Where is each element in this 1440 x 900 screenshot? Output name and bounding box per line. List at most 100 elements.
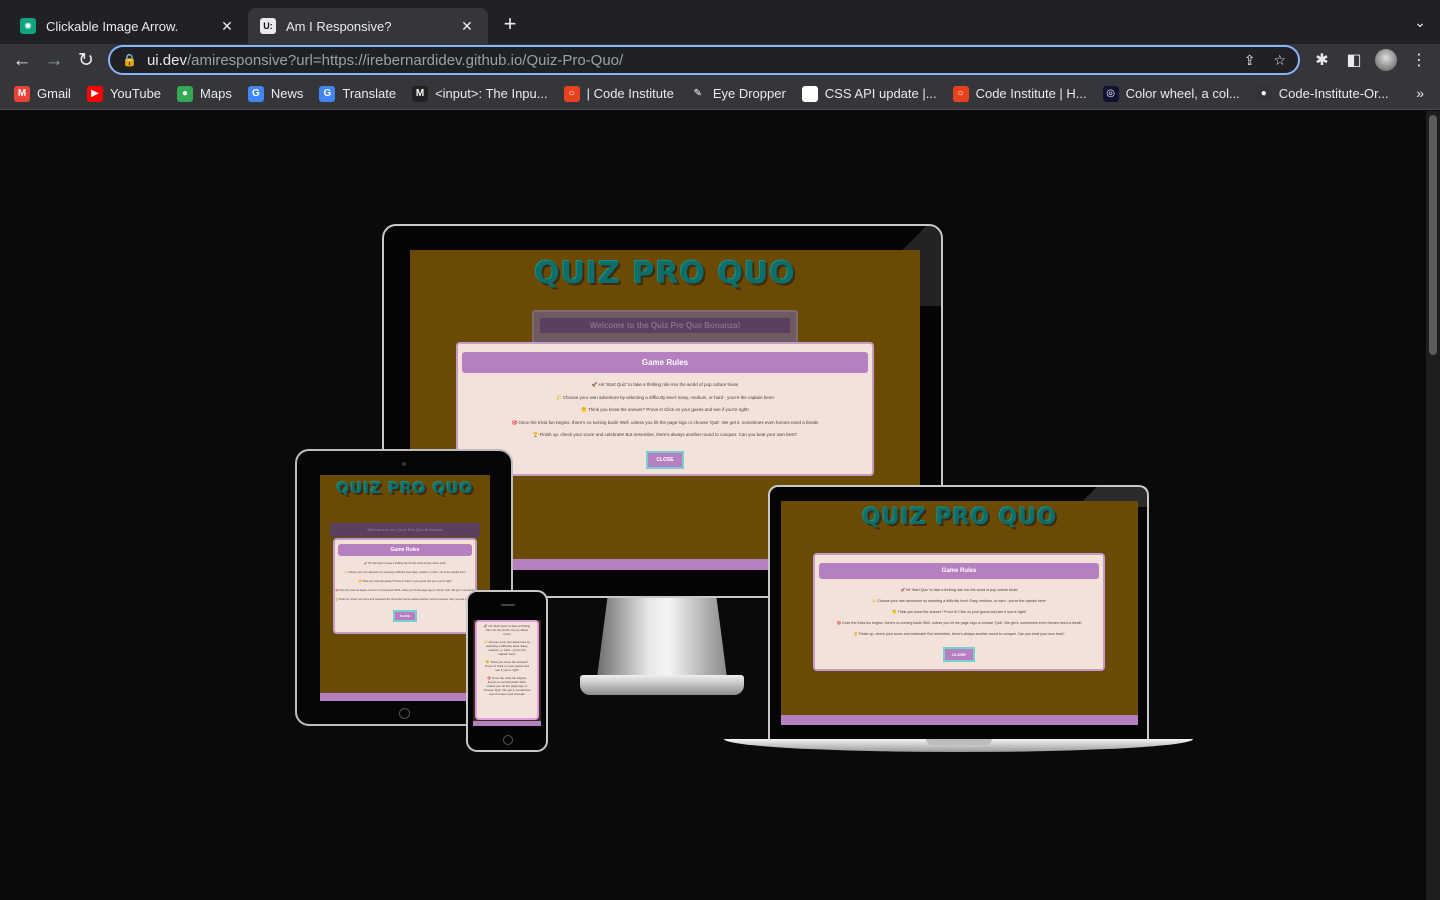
laptop-notch (926, 739, 992, 745)
menu-kebab-icon[interactable]: ⋮ (1408, 50, 1430, 70)
bookmark-favicon-icon: M (412, 85, 429, 102)
rule-line: 🎯 Once the trivia fun begins, there's no… (483, 676, 531, 696)
bookmark-label: <input>: The Inpu... (435, 86, 548, 101)
rule-line: 🎯 Once the trivia fun begins, there's no… (836, 621, 1082, 625)
rule-line: 🎯 Once the trivia fun begins, there's no… (335, 589, 475, 592)
phone-home-button (503, 735, 513, 745)
rules-modal: Game Rules 🚀 Hit 'Start Quiz' to take a … (333, 538, 477, 634)
bookmark-favicon-icon: G (247, 85, 264, 102)
laptop-screen: QUIZ PRO QUO Game Rules 🚀 Hit 'Start Qui… (781, 501, 1138, 725)
rule-line: 🤔 Think you know the answer? Prove it! C… (485, 660, 529, 672)
modal-title: Game Rules (819, 563, 1099, 579)
bookmark-label: Gmail (37, 86, 71, 101)
more-bookmarks-icon[interactable]: » (1416, 85, 1424, 101)
rule-line: 🧭 Choose your own adventure by selecting… (483, 640, 531, 656)
close-button[interactable]: CLOSE (393, 610, 417, 622)
site-footer (320, 693, 490, 701)
rule-line: 🧭 Choose your own adventure by selecting… (871, 599, 1047, 603)
bookmark-item[interactable]: M <input>: The Inpu... (412, 85, 548, 102)
bookmark-item[interactable]: ○ Code Institute | H... (952, 85, 1087, 102)
phone-mockup: 🚀 Hit 'Start Quiz' to take a thrilling r… (466, 590, 548, 752)
bookmarks-bar: M Gmail ▶ YouTube ● Maps G News G Translate M <inpu… (0, 78, 1440, 110)
bookmark-favicon-icon: ○ (952, 85, 969, 102)
site-logo: QUIZ PRO QUO (861, 505, 1058, 530)
bookmark-item[interactable]: ○ | Code Institute (563, 85, 674, 102)
page-scrollbar[interactable] (1426, 111, 1440, 900)
bookmark-star-icon[interactable]: ☆ (1273, 52, 1286, 69)
rule-line: 🧭 Choose your own adventure by selecting… (555, 394, 775, 400)
reload-icon[interactable]: ↻ (73, 48, 99, 74)
monitor-stand (597, 598, 727, 678)
rule-line: 🤔 Think you know the answer? Prove it! C… (358, 580, 452, 583)
tablet-screen: QUIZ PRO QUO Welcome to the Quiz Pro Quo… (320, 475, 490, 701)
rules-modal: 🚀 Hit 'Start Quiz' to take a thrilling r… (475, 620, 539, 720)
new-tab-button[interactable]: + (498, 12, 522, 36)
rules-modal: Game Rules 🚀 Hit 'Start Quiz' to take a … (456, 342, 874, 476)
bookmark-label: Translate (342, 86, 397, 101)
phone-screen: 🚀 Hit 'Start Quiz' to take a thrilling r… (473, 620, 541, 726)
bookmark-favicon-icon: ▶ (86, 85, 103, 102)
welcome-heading: Welcome to the Quiz Pro Quo Bonanza! (330, 523, 480, 537)
bookmark-favicon-icon: ● (1255, 85, 1272, 102)
close-tab-icon[interactable]: ✕ (458, 18, 476, 35)
rules-modal: Game Rules 🚀 Hit 'Start Quiz' to take a … (813, 553, 1105, 671)
bookmark-favicon-icon: ✎ (689, 85, 706, 102)
bookmark-label: CSS API update |... (824, 86, 937, 101)
chatgpt-icon: ✺ (20, 18, 36, 34)
bookmark-item[interactable]: ✎ Eye Dropper (689, 85, 786, 102)
bookmark-favicon-icon: G (319, 85, 336, 102)
share-icon[interactable]: ⇪ (1244, 52, 1256, 69)
bookmark-label: Code-Institute-Or... (1278, 86, 1389, 101)
rule-line: 🤔 Think you know the answer? Prove it! C… (892, 610, 1026, 614)
lock-icon[interactable]: 🔒 (122, 53, 137, 67)
site-footer (781, 715, 1138, 725)
bookmark-item[interactable]: G Translate (319, 85, 397, 102)
close-button[interactable]: CLOSE (646, 450, 684, 469)
tab-am-i-responsive[interactable]: U: Am I Responsive? ✕ (248, 8, 488, 44)
rule-line: 🚀 Hit 'Start Quiz' to take a thrilling r… (483, 624, 531, 636)
scrollbar-thumb[interactable] (1429, 115, 1437, 355)
bookmark-item[interactable]: ▶ YouTube (86, 85, 162, 102)
bookmark-item[interactable]: G News (247, 85, 303, 102)
bookmark-favicon-icon: ◎ (1102, 85, 1119, 102)
tab-clickable-image-arrow[interactable]: ✺ Clickable Image Arrow. ✕ (8, 8, 248, 44)
rule-line: 🎯 Once the trivia fun begins, there's no… (511, 419, 819, 425)
address-bar[interactable]: 🔒 ui.dev /amiresponsive?url=https://ireb… (108, 45, 1300, 75)
laptop-mockup: QUIZ PRO QUO Game Rules 🚀 Hit 'Start Qui… (768, 485, 1149, 742)
site-logo: QUIZ PRO QUO (534, 256, 796, 291)
monitor-stand-base (580, 675, 744, 695)
profile-avatar[interactable] (1375, 49, 1397, 71)
bookmark-item[interactable]: M Gmail (14, 85, 71, 102)
rule-line: 🏆 Finish up, check your score and celebr… (853, 632, 1065, 636)
tab-title: Clickable Image Arrow. (46, 18, 179, 34)
bookmark-label: Code Institute | H... (975, 86, 1087, 101)
bookmark-label: | Code Institute (586, 86, 674, 101)
tab-strip: ✺ Clickable Image Arrow. ✕ U: Am I Respo… (0, 0, 1440, 44)
site-footer (473, 721, 541, 726)
side-panel-icon[interactable]: ◧ (1343, 50, 1365, 70)
close-tab-icon[interactable]: ✕ (218, 18, 236, 35)
bookmark-favicon-icon: ● (177, 85, 194, 102)
back-arrow-icon[interactable]: ← (9, 48, 35, 74)
bookmark-favicon-icon: ○ (563, 85, 580, 102)
tab-search-chevron-icon[interactable]: ⌄ (1414, 14, 1426, 31)
rule-line: 🧭 Choose your own adventure by selecting… (344, 571, 466, 574)
rule-line: 🤔 Think you know the answer? Prove it! C… (581, 407, 749, 412)
bookmark-item[interactable]: ◆ CSS API update |... (801, 85, 937, 102)
tablet-home-button (399, 708, 410, 719)
bookmark-item[interactable]: ● Code-Institute-Or... (1255, 85, 1389, 102)
close-button[interactable]: CLOSE (943, 647, 975, 662)
modal-title: Game Rules (338, 544, 472, 556)
rule-line: 🚀 Hit 'Start Quiz' to take a thrilling r… (591, 382, 739, 387)
bookmark-label: YouTube (109, 86, 162, 101)
site-logo: QUIZ PRO QUO (336, 479, 474, 497)
bookmark-item[interactable]: ● Maps (177, 85, 232, 102)
url-path: /amiresponsive?url=https://irebernardide… (186, 51, 624, 69)
bookmark-item[interactable]: ◎ Color wheel, a col... (1102, 85, 1240, 102)
rule-line: 🏆 Finish up, check your score and celebr… (335, 598, 475, 601)
forward-arrow-icon[interactable]: → (41, 48, 67, 74)
extensions-puzzle-icon[interactable]: ✱ (1311, 50, 1333, 70)
toolbar: ← → ↻ 🔒 ui.dev /amiresponsive?url=https:… (0, 44, 1440, 78)
rule-line: 🚀 Hit 'Start Quiz' to take a thrilling r… (364, 562, 446, 565)
bookmark-favicon-icon: M (14, 85, 30, 102)
